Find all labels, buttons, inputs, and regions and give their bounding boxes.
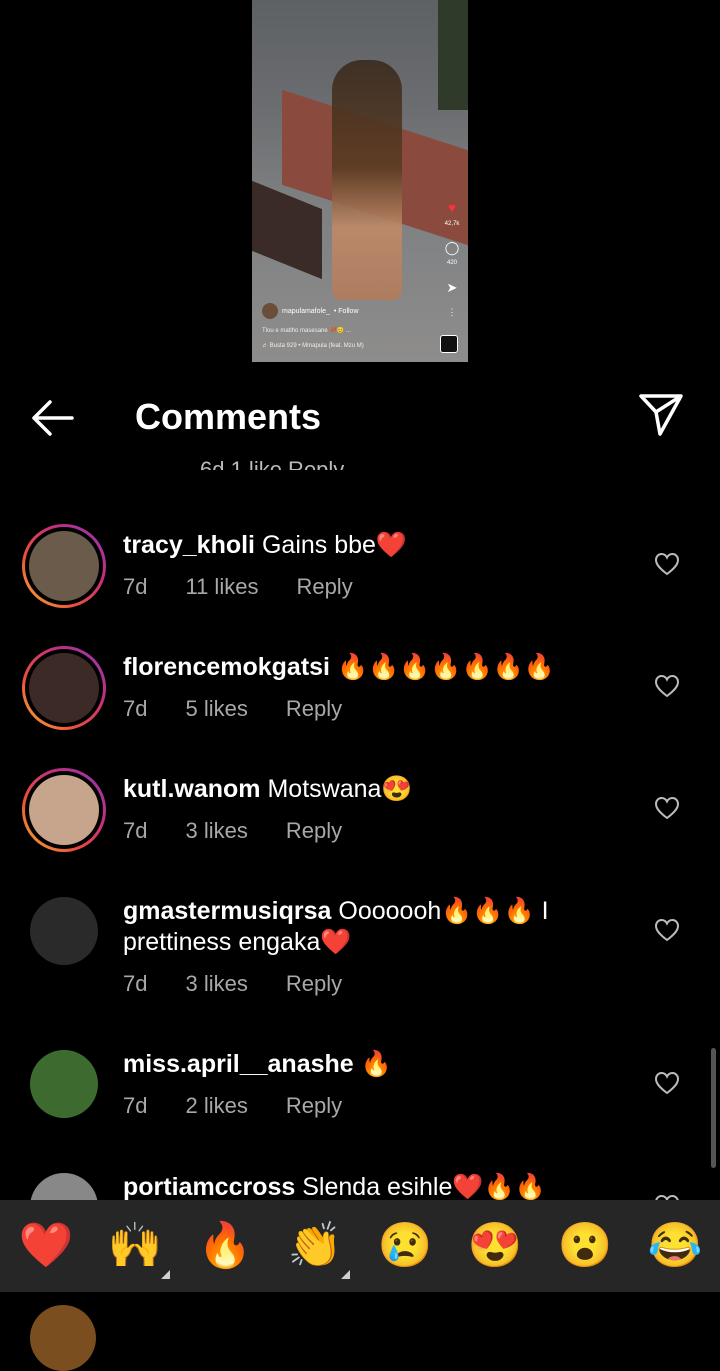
- scrollbar[interactable]: [711, 1048, 716, 1168]
- video-person: [332, 60, 402, 300]
- video-music: ♬ Busta 929 • Mmapula (feat. Mzu M): [262, 343, 364, 349]
- clipped-comment-meta: 6d 1 like Reply: [200, 457, 345, 470]
- comment-text: tracy_kholi Gains bbe❤️: [123, 530, 583, 561]
- video-user-avatar: [262, 303, 278, 319]
- comment-username[interactable]: florencemokgatsi: [123, 653, 330, 681]
- avatar[interactable]: [30, 897, 98, 965]
- comment-time: 7d: [123, 818, 148, 843]
- video-caption: Tlou e matlho masesane 🤎😊 ...: [262, 328, 351, 334]
- avatar[interactable]: [22, 646, 106, 730]
- reply-button[interactable]: Reply: [296, 574, 352, 600]
- comment-text: miss.april__anashe 🔥: [123, 1049, 583, 1080]
- heart-eyes-emoji-button[interactable]: 😍: [467, 1218, 523, 1274]
- comment-body: Gains bbe❤️: [261, 531, 408, 559]
- comment-body: 🔥🔥🔥🔥🔥🔥🔥: [336, 653, 555, 681]
- comment-meta: 7d 11 likes Reply: [123, 574, 353, 600]
- video-comment-count: 420: [446, 260, 457, 266]
- comment-text: portiamccross Slenda esihle❤️🔥🔥: [123, 1172, 583, 1203]
- like-heart-icon[interactable]: [654, 674, 680, 698]
- video-more-icon: ⋮: [447, 307, 457, 317]
- like-heart-icon[interactable]: [654, 918, 680, 942]
- video-user: mapulamafole_ • Follow: [262, 303, 359, 319]
- back-arrow-icon[interactable]: [30, 398, 74, 438]
- video-follow: • Follow: [333, 307, 359, 315]
- avatar-photo: [29, 653, 99, 723]
- skin-tone-indicator-icon: [341, 1270, 350, 1279]
- avatar[interactable]: [22, 524, 106, 608]
- comment-likes[interactable]: 2 likes: [185, 1093, 247, 1119]
- like-heart-icon[interactable]: [654, 796, 680, 820]
- avatar-photo: [29, 775, 99, 845]
- surprised-emoji-button[interactable]: 😮: [557, 1218, 613, 1274]
- comment-body: 🔥: [360, 1050, 392, 1078]
- comment-time: 7d: [123, 574, 148, 599]
- video-username: mapulamafole_: [282, 307, 330, 315]
- comment-meta: 7d 2 likes Reply: [123, 1093, 342, 1119]
- laughing-emoji-button[interactable]: 😂: [647, 1218, 703, 1274]
- comment-username[interactable]: tracy_kholi: [123, 531, 255, 559]
- reply-button[interactable]: Reply: [286, 818, 342, 844]
- comment-username[interactable]: portiamccross: [123, 1173, 295, 1201]
- video-thumbnail[interactable]: ♥ 42,7k ◯ 420 ➤ ⋮ mapulamafole_ • Follow…: [252, 0, 468, 362]
- page-title: Comments: [135, 396, 322, 437]
- emoji-reaction-bar: ❤️ 🙌 🔥 👏 😢 😍 😮 😂: [0, 1200, 720, 1292]
- comment-username[interactable]: miss.april__anashe: [123, 1050, 354, 1078]
- clapping-emoji-button[interactable]: 👏: [287, 1218, 343, 1274]
- comments-header: Comments: [0, 380, 720, 456]
- crying-emoji-button[interactable]: 😢: [377, 1218, 433, 1274]
- heart-emoji-button[interactable]: ❤️: [18, 1218, 74, 1274]
- video-album-icon: [440, 335, 458, 353]
- reply-button[interactable]: Reply: [286, 696, 342, 722]
- comment-likes[interactable]: 3 likes: [185, 818, 247, 844]
- video-like-count: 42,7k: [444, 221, 460, 227]
- like-heart-icon[interactable]: [654, 1071, 680, 1095]
- comment-text: florencemokgatsi 🔥🔥🔥🔥🔥🔥🔥: [123, 652, 583, 683]
- comment-time: 7d: [123, 1093, 148, 1118]
- comment-time: 7d: [123, 971, 148, 996]
- like-heart-icon[interactable]: [654, 552, 680, 576]
- reply-button[interactable]: Reply: [286, 971, 342, 997]
- comment-body: Motswana😍: [267, 775, 413, 803]
- video-tree: [438, 0, 468, 110]
- video-grate: [252, 180, 322, 280]
- video-like-icon: ♥: [448, 200, 456, 215]
- skin-tone-indicator-icon: [161, 1270, 170, 1279]
- comment-meta: 7d 3 likes Reply: [123, 818, 342, 844]
- raising-hands-emoji-button[interactable]: 🙌: [107, 1218, 163, 1274]
- comment-meta: 7d 3 likes Reply: [123, 971, 342, 997]
- comment-meta: 7d 5 likes Reply: [123, 696, 342, 722]
- video-comment-icon: ◯: [444, 240, 460, 255]
- comment-username[interactable]: gmastermusiqrsa: [123, 897, 331, 925]
- current-user-avatar: [30, 1305, 96, 1371]
- comment-username[interactable]: kutl.wanom: [123, 775, 261, 803]
- comment-text: kutl.wanom Motswana😍: [123, 774, 583, 805]
- avatar[interactable]: [22, 768, 106, 852]
- reply-button[interactable]: Reply: [286, 1093, 342, 1119]
- comment-text: gmastermusiqrsa Ooooooh🔥🔥🔥 I prettiness …: [123, 896, 583, 958]
- comment-likes[interactable]: 3 likes: [185, 971, 247, 997]
- comment-time: 7d: [123, 696, 148, 721]
- avatar[interactable]: [30, 1050, 98, 1118]
- avatar-photo: [29, 531, 99, 601]
- comment-body: Slenda esihle❤️🔥🔥: [302, 1173, 546, 1201]
- send-icon[interactable]: [638, 392, 684, 438]
- fire-emoji-button[interactable]: 🔥: [197, 1218, 253, 1274]
- comment-likes[interactable]: 11 likes: [185, 574, 258, 600]
- video-share-icon: ➤: [446, 280, 458, 295]
- comment-likes[interactable]: 5 likes: [185, 696, 247, 722]
